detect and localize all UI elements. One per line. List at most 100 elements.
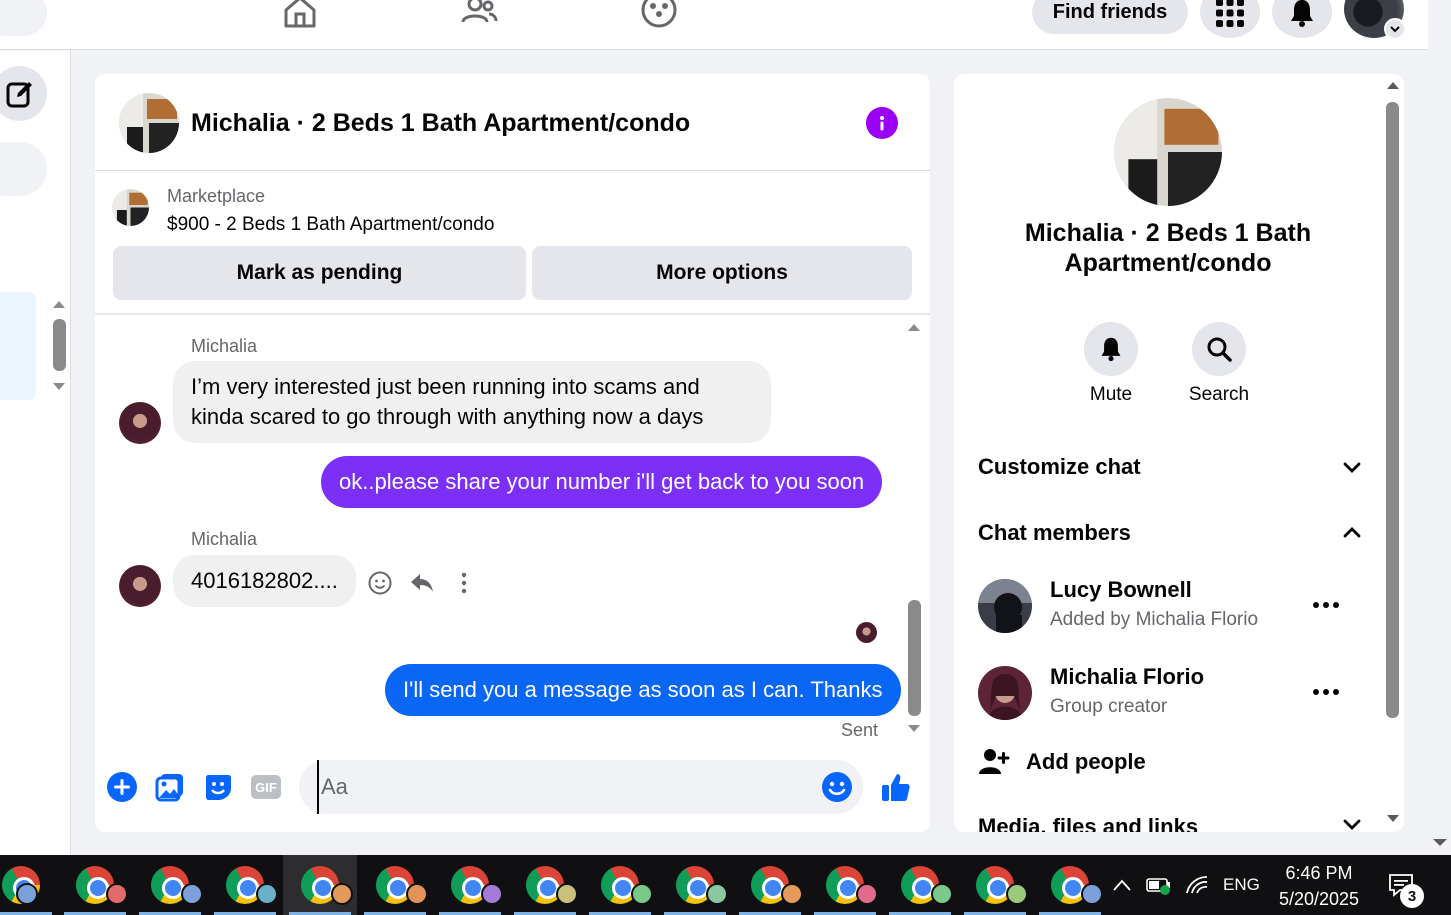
home-icon[interactable] [280, 0, 320, 32]
page-scroll-down-arrow[interactable] [1432, 838, 1448, 848]
outgoing-message[interactable]: ok..please share your number i'll get ba… [321, 456, 883, 508]
add-people-button[interactable]: Add people [978, 746, 1146, 778]
scrollbar-thumb[interactable] [1386, 102, 1399, 718]
menu-grid-icon[interactable] [1200, 0, 1260, 38]
groups-icon[interactable] [639, 0, 679, 32]
chrome-taskbar-button[interactable] [1033, 855, 1107, 915]
scrollbar-thumb[interactable] [53, 319, 66, 371]
add-icon[interactable] [105, 770, 139, 804]
emoji-icon[interactable] [821, 771, 853, 803]
section-title: Media, files and links [978, 814, 1199, 832]
wifi-icon[interactable] [1185, 855, 1209, 915]
bell-icon [1101, 337, 1121, 362]
message-sender: Michalia [191, 336, 258, 356]
chrome-taskbar-button[interactable] [508, 855, 582, 915]
chat-avatar[interactable] [119, 93, 179, 153]
incoming-message[interactable]: I’m very interested just been running in… [173, 361, 771, 443]
selected-chat-item[interactable] [0, 292, 36, 400]
more-icon[interactable] [1308, 680, 1344, 704]
new-message-button[interactable] [0, 66, 47, 121]
search-pill[interactable] [0, 0, 47, 36]
chrome-taskbar-button[interactable] [208, 855, 282, 915]
scrollbar-thumb[interactable] [908, 600, 921, 716]
react-icon[interactable] [367, 570, 393, 596]
notification-count-badge: 3 [1400, 884, 1424, 908]
reply-icon[interactable] [409, 570, 435, 596]
battery-icon[interactable] [1146, 855, 1172, 915]
taskbar: ENG 6:46 PM 5/20/2025 3 [0, 855, 1451, 915]
show-hidden-icons-button[interactable] [1112, 855, 1132, 915]
avatar[interactable] [978, 666, 1032, 720]
like-icon[interactable] [879, 770, 913, 804]
gif-icon[interactable]: GIF [249, 770, 283, 804]
friends-icon[interactable] [459, 0, 499, 32]
media-files-section[interactable]: Media, files and links [978, 814, 1362, 832]
chrome-taskbar-button[interactable] [583, 855, 657, 915]
scroll-up-arrow[interactable] [52, 299, 66, 309]
section-title: Customize chat [978, 454, 1141, 479]
chrome-taskbar-button[interactable] [433, 855, 507, 915]
search-button[interactable]: Search [1179, 322, 1259, 406]
chevron-down-icon[interactable] [1384, 18, 1406, 40]
chrome-taskbar-button[interactable] [58, 855, 132, 915]
system-clock[interactable]: 6:46 PM 5/20/2025 [1278, 860, 1360, 912]
customize-chat-section[interactable]: Customize chat [978, 447, 1362, 487]
scroll-down-arrow[interactable] [907, 724, 921, 734]
incoming-message[interactable]: 4016182802.... [173, 555, 356, 607]
chrome-taskbar-button[interactable] [0, 855, 58, 915]
member-subtitle: Added by Michalia Florio [1050, 609, 1259, 630]
svg-text:GIF: GIF [255, 780, 277, 795]
chrome-taskbar-button[interactable] [358, 855, 432, 915]
message-sender: Michalia [191, 529, 258, 549]
chats-sidebar [0, 51, 71, 855]
scroll-down-arrow[interactable] [1386, 814, 1400, 824]
scroll-up-arrow[interactable] [1386, 80, 1400, 90]
chat-window: Michalia · 2 Beds 1 Bath Apartment/condo… [95, 74, 930, 832]
group-avatar[interactable] [1114, 98, 1222, 206]
chat-members-section[interactable]: Chat members [978, 513, 1362, 553]
language-indicator[interactable]: ENG [1223, 855, 1260, 915]
clock-date: 5/20/2025 [1278, 889, 1360, 909]
message-actions [367, 570, 477, 596]
mark-as-pending-button[interactable]: Mark as pending [113, 246, 526, 300]
scroll-up-arrow[interactable] [907, 322, 921, 332]
chevron-up-icon [1113, 879, 1131, 891]
bell-icon[interactable] [1272, 0, 1332, 38]
chrome-taskbar-button[interactable] [733, 855, 807, 915]
avatar[interactable] [119, 402, 161, 444]
chrome-taskbar-button[interactable] [658, 855, 732, 915]
chrome-taskbar-button[interactable] [883, 855, 957, 915]
mute-button[interactable]: Mute [1071, 322, 1151, 406]
chrome-taskbar-button[interactable] [958, 855, 1032, 915]
read-receipt-avatar [856, 622, 877, 643]
message-input-container [299, 760, 863, 814]
avatar[interactable] [119, 565, 161, 607]
member-name: Lucy Bownell [1050, 577, 1192, 602]
avatar[interactable] [978, 579, 1032, 633]
message-input[interactable] [317, 760, 797, 814]
sticker-icon[interactable] [201, 770, 235, 804]
more-options-button[interactable]: More options [532, 246, 912, 300]
chrome-taskbar-button[interactable] [283, 855, 357, 915]
listing-title[interactable]: $900 - 2 Beds 1 Bath Apartment/condo [167, 214, 494, 236]
member-row[interactable]: Michalia Florio Group creator [978, 664, 1362, 724]
search-icon [1207, 337, 1232, 362]
chat-search-input[interactable] [0, 142, 47, 196]
section-title: Chat members [978, 520, 1131, 545]
member-row[interactable]: Lucy Bownell Added by Michalia Florio [978, 577, 1362, 637]
more-icon[interactable] [451, 570, 477, 596]
info-icon[interactable] [866, 107, 898, 139]
add-people-label: Add people [1026, 749, 1146, 774]
listing-thumbnail[interactable] [112, 189, 149, 226]
photo-icon[interactable] [153, 770, 187, 804]
search-label: Search [1188, 384, 1250, 405]
chevron-down-icon [1343, 819, 1361, 830]
chrome-taskbar-button[interactable] [133, 855, 207, 915]
more-icon[interactable] [1308, 593, 1344, 617]
outgoing-message[interactable]: I'll send you a message as soon as I can… [385, 664, 901, 716]
chrome-taskbar-button[interactable] [808, 855, 882, 915]
chat-header: Michalia · 2 Beds 1 Bath Apartment/condo [95, 74, 930, 171]
chevron-up-icon [1343, 527, 1361, 538]
find-friends-button[interactable]: Find friends [1032, 0, 1188, 34]
scroll-down-arrow[interactable] [52, 382, 66, 392]
